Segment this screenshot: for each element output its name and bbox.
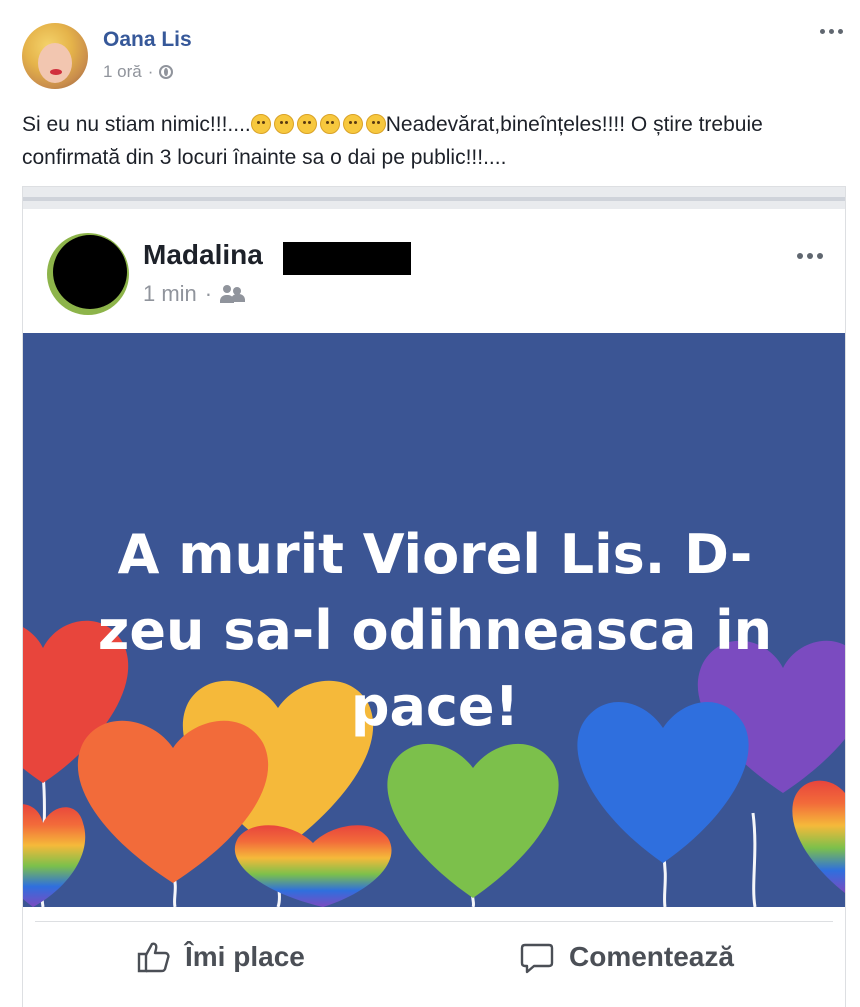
post-time[interactable]: 1 oră <box>103 62 142 82</box>
actions-divider <box>35 921 833 922</box>
green-heart <box>387 743 559 898</box>
post-text: Si eu nu stiam nimic!!!.... Neadevărat,bi… <box>22 108 832 174</box>
more-options-icon[interactable] <box>820 26 846 36</box>
smiling-icon <box>319 114 340 134</box>
meta-separator: · <box>147 62 154 81</box>
post-text-start: Si eu nu stiam nimic!!!.... <box>22 113 251 136</box>
comment-button[interactable]: Comentează <box>519 939 734 975</box>
redaction-bar <box>283 242 411 275</box>
shared-author-avatar <box>47 233 129 315</box>
facebook-post: Oana Lis 1 oră · Si eu nu stiam nimic!!!… <box>0 0 860 1007</box>
relieved-icon <box>365 114 386 134</box>
comment-bubble-icon <box>520 943 554 974</box>
shared-meta-separator: · <box>204 281 213 306</box>
tongue-wink-icon <box>296 114 317 134</box>
shared-author-name: Madalina <box>143 239 263 270</box>
shared-post-screenshot: Madalina 1 min · A murit Viorel Lis. D-z… <box>22 186 846 1007</box>
grinning-icon <box>250 114 271 134</box>
shared-image: A murit Viorel Lis. D-zeu sa-l odihneasc… <box>23 333 845 907</box>
author-name[interactable]: Oana Lis <box>103 28 192 52</box>
rainbow-heart-right <box>792 780 845 893</box>
shared-more-options-icon <box>797 253 823 259</box>
emoji-group <box>250 114 386 134</box>
friends-icon <box>220 285 246 303</box>
like-label: Îmi place <box>185 941 305 972</box>
author-avatar[interactable] <box>22 23 88 89</box>
shared-meta: 1 min · <box>143 281 246 307</box>
thumbs-up-icon <box>137 942 170 973</box>
post-meta: 1 oră · <box>103 62 174 82</box>
globe-icon[interactable] <box>159 65 174 79</box>
relieved-icon <box>342 114 363 134</box>
rainbow-heart-middle <box>234 825 392 907</box>
rainbow-heart-left <box>23 804 86 907</box>
like-button[interactable]: Îmi place <box>135 939 305 975</box>
image-headline: A murit Viorel Lis. D-zeu sa-l odihneasc… <box>97 523 773 738</box>
comment-label: Comentează <box>569 941 734 972</box>
laughing-icon <box>273 114 294 134</box>
shared-topbar <box>23 187 845 209</box>
shared-time: 1 min <box>143 281 197 306</box>
